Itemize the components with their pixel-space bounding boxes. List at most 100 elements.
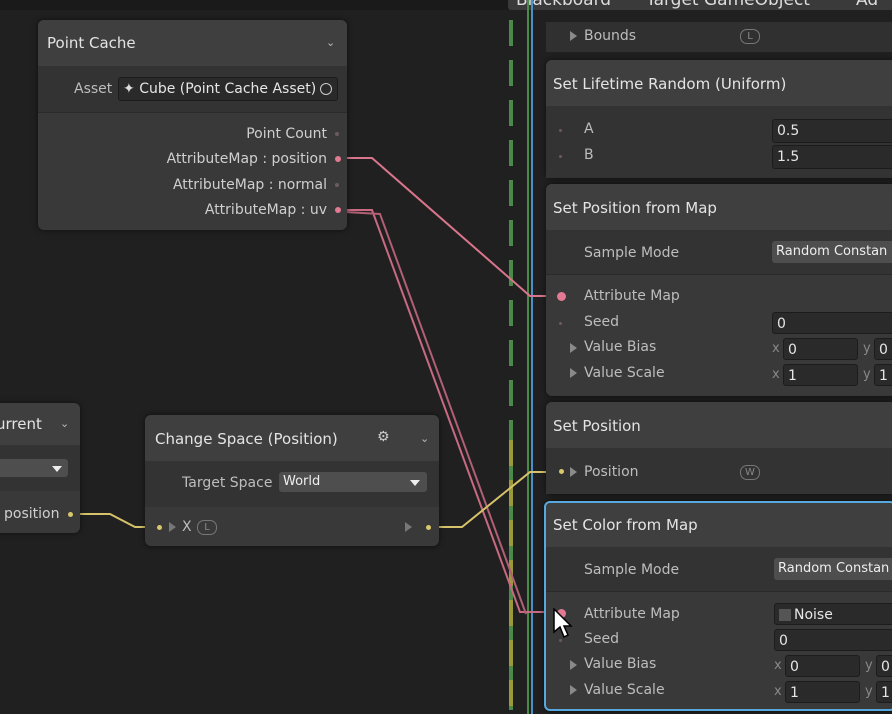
asset-field[interactable]: ✦ Cube (Point Cache Asset) xyxy=(118,77,338,101)
expand-triangle-icon[interactable] xyxy=(570,31,577,41)
value-scale-label: Value Scale xyxy=(584,682,665,698)
attribute-map-field[interactable]: Noise xyxy=(774,603,892,625)
target-space-dropdown[interactable]: World xyxy=(279,472,427,492)
chevron-down-icon[interactable]: ⌄ xyxy=(420,432,429,445)
set-lifetime-block[interactable]: Set Lifetime Random (Uniform) A 0.5 B 1.… xyxy=(546,60,892,178)
block-title: Set Position xyxy=(553,417,641,435)
scale-x-label: x xyxy=(772,367,780,382)
dropdown-arrow-icon xyxy=(52,466,62,472)
bias-y-field[interactable]: 0 xyxy=(874,338,892,360)
set-position-from-map-block[interactable]: Set Position from Map Sample Mode Random… xyxy=(546,184,892,396)
attribute-map-label: Attribute Map xyxy=(584,606,680,622)
output-position: AttributeMap : position xyxy=(166,151,327,167)
object-picker-icon[interactable] xyxy=(320,83,332,95)
block-title: Set Position from Map xyxy=(553,199,717,217)
set-position-block[interactable]: Set Position Position W xyxy=(546,402,892,494)
local-space-badge[interactable]: L xyxy=(740,29,760,44)
node-title: Point Cache xyxy=(47,34,136,52)
block-title: Set Lifetime Random (Uniform) xyxy=(553,75,787,93)
sample-mode-dropdown[interactable]: Random Constan xyxy=(772,241,892,263)
scale-y-label: y xyxy=(863,367,871,382)
change-space-node[interactable]: Change Space (Position) ⚙ ⌄ Target Space… xyxy=(145,415,439,546)
port-uv[interactable] xyxy=(335,207,341,213)
scale-x-field[interactable]: 1 xyxy=(783,364,858,386)
bias-y-label: y xyxy=(863,341,871,356)
port-position-out[interactable] xyxy=(68,512,73,517)
seed-label: Seed xyxy=(584,314,619,330)
asset-label: Asset xyxy=(74,81,113,97)
output-uv: AttributeMap : uv xyxy=(204,202,327,218)
scale-x-label: x xyxy=(774,684,782,699)
bias-x-label: x xyxy=(772,341,780,356)
input-x-label: X xyxy=(182,519,192,535)
port-seed[interactable] xyxy=(559,322,562,325)
local-space-badge[interactable]: L xyxy=(197,520,217,535)
b-label: B xyxy=(584,147,594,163)
target-space-label: Target Space xyxy=(182,475,273,491)
expand-triangle-icon[interactable] xyxy=(570,368,577,378)
dropdown-arrow-icon xyxy=(410,480,420,486)
attribute-map-label: Attribute Map xyxy=(584,288,680,304)
bias-y-label: y xyxy=(865,658,873,673)
port-position[interactable] xyxy=(335,156,341,162)
port-attribute-map[interactable] xyxy=(557,292,566,301)
point-cache-asset-icon: ✦ xyxy=(123,81,135,97)
value-scale-label: Value Scale xyxy=(584,365,665,381)
scale-y-field[interactable]: 1 xyxy=(874,364,892,386)
target-space-value: World xyxy=(283,474,321,489)
scale-y-label: y xyxy=(865,684,873,699)
seed-field[interactable]: 0 xyxy=(772,312,892,334)
port-position-in[interactable] xyxy=(559,469,564,474)
asset-value: Cube (Point Cache Asset) xyxy=(139,81,317,97)
edge-changespace-to-position xyxy=(430,471,560,528)
sample-mode-label: Sample Mode xyxy=(584,562,680,578)
port-a[interactable] xyxy=(559,129,562,132)
expand-triangle-icon[interactable] xyxy=(570,685,577,695)
output-point-count: Point Count xyxy=(246,126,327,142)
expand-triangle-icon[interactable] xyxy=(570,660,577,670)
scale-x-field[interactable]: 1 xyxy=(785,681,860,703)
expand-triangle-icon[interactable] xyxy=(570,467,577,477)
scale-y-field[interactable]: 1 xyxy=(876,681,892,703)
edge-position-to-attribute-map xyxy=(340,157,555,297)
port-b[interactable] xyxy=(559,155,562,158)
bounds-label: Bounds xyxy=(584,28,637,44)
gear-icon[interactable]: ⚙ xyxy=(377,429,390,445)
a-label: A xyxy=(584,121,594,137)
edge-uv-to-attribute-map-a xyxy=(340,209,555,613)
a-field[interactable]: 0.5 xyxy=(772,119,892,143)
output-normal: AttributeMap : normal xyxy=(172,177,327,193)
output-position-label: position xyxy=(4,506,60,522)
current-node[interactable]: urrent ⌄ position xyxy=(0,403,80,533)
port-point-count[interactable] xyxy=(335,132,339,136)
sample-mode-dropdown[interactable]: Random Constan xyxy=(774,558,892,580)
chevron-down-icon[interactable]: ⌄ xyxy=(326,36,335,49)
value-bias-label: Value Bias xyxy=(584,339,657,355)
b-field[interactable]: 1.5 xyxy=(772,145,892,169)
bias-x-label: x xyxy=(774,658,782,673)
seed-field[interactable]: 0 xyxy=(774,629,892,651)
mouse-cursor-icon xyxy=(553,608,573,639)
bias-x-field[interactable]: 0 xyxy=(785,655,860,677)
node-title: urrent xyxy=(0,415,42,433)
bias-x-field[interactable]: 0 xyxy=(783,338,858,360)
set-color-from-map-block[interactable]: Set Color from Map Sample Mode Random Co… xyxy=(544,501,892,711)
bias-y-field[interactable]: 0 xyxy=(876,655,892,677)
port-x-in[interactable] xyxy=(157,525,162,530)
port-out[interactable] xyxy=(426,525,431,530)
seed-label: Seed xyxy=(584,631,619,647)
expand-triangle-icon[interactable] xyxy=(570,343,577,353)
chevron-down-icon[interactable]: ⌄ xyxy=(60,417,69,430)
texture-icon xyxy=(779,609,791,621)
point-cache-node[interactable]: Point Cache ⌄ Asset ✦ Cube (Point Cache … xyxy=(38,20,347,230)
port-normal[interactable] xyxy=(335,183,339,187)
block-title: Set Color from Map xyxy=(553,516,698,534)
output-triangle-icon xyxy=(405,522,412,532)
expand-triangle-icon[interactable] xyxy=(169,522,176,532)
world-space-badge[interactable]: W xyxy=(740,465,760,480)
sample-mode-label: Sample Mode xyxy=(584,245,680,261)
position-label: Position xyxy=(584,464,639,480)
attribute-map-value: Noise xyxy=(794,607,833,623)
node-title: Change Space (Position) xyxy=(155,430,338,448)
value-bias-label: Value Bias xyxy=(584,656,657,672)
